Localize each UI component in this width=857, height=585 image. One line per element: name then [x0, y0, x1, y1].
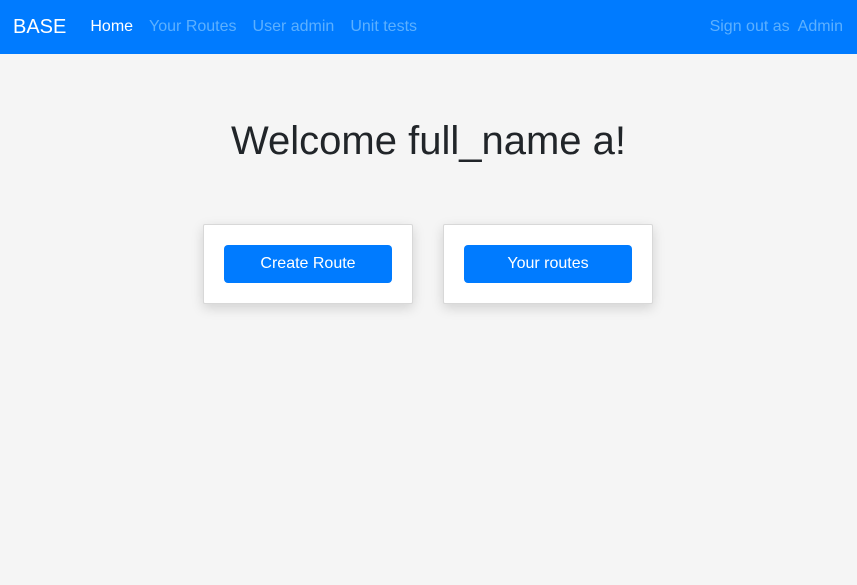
- nav-home[interactable]: Home: [90, 18, 133, 36]
- sign-out: Sign out as Admin: [710, 0, 843, 54]
- nav-user-admin[interactable]: User admin: [253, 18, 335, 36]
- nav-your-routes[interactable]: Your Routes: [149, 18, 236, 36]
- user-link[interactable]: Admin: [798, 18, 843, 36]
- nav-unit-tests[interactable]: Unit tests: [350, 18, 417, 36]
- navbar: BASE Home Your Routes User admin Unit te…: [0, 0, 857, 54]
- create-route-button[interactable]: Create Route: [224, 245, 392, 283]
- your-routes-button[interactable]: Your routes: [464, 245, 632, 283]
- sign-out-link[interactable]: Sign out as: [710, 18, 790, 36]
- create-route-card: Create Route: [203, 224, 413, 304]
- welcome-heading: Welcome full_name a!: [231, 119, 626, 163]
- your-routes-card: Your routes: [443, 224, 653, 304]
- brand[interactable]: BASE: [13, 16, 66, 39]
